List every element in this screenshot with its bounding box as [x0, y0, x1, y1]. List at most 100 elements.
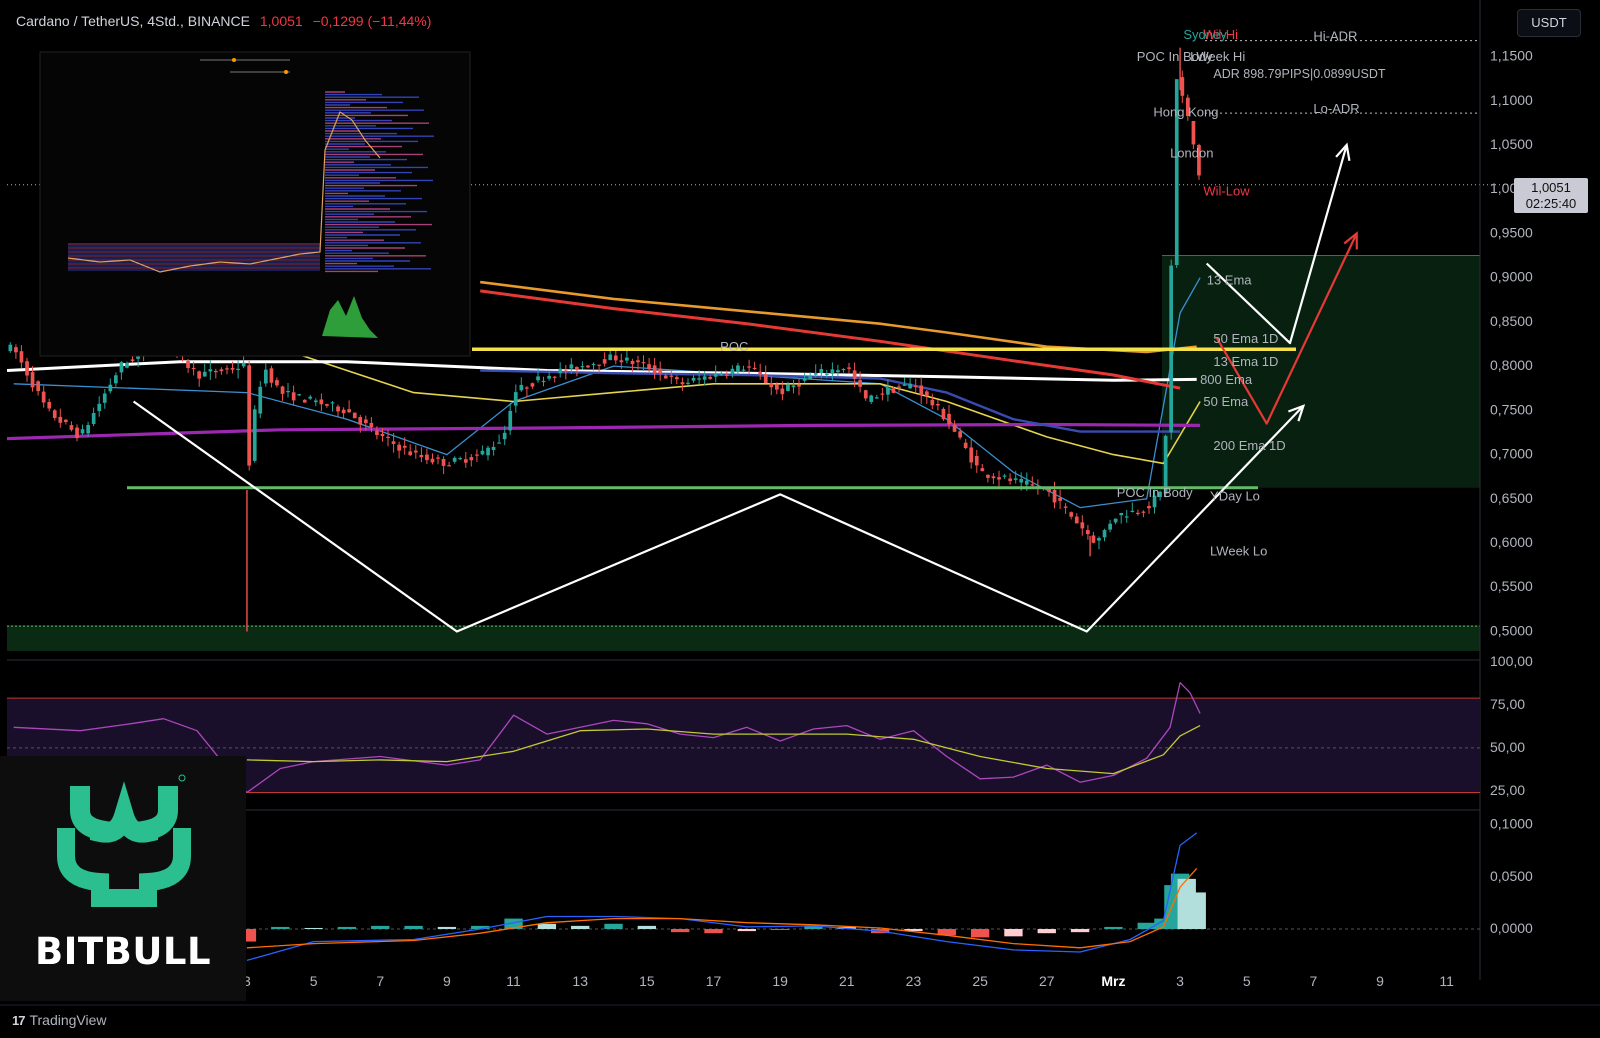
- candle-body: [208, 369, 213, 372]
- macd-histogram-bar: [970, 929, 990, 938]
- macd-histogram-bar: [604, 923, 623, 930]
- candle-body: [191, 367, 196, 370]
- candle-body: [475, 454, 479, 456]
- x-tick-label: 23: [906, 973, 922, 989]
- candle-body: [763, 374, 768, 383]
- candle-body: [991, 476, 996, 479]
- candle-body: [897, 386, 901, 388]
- candle-body: [658, 368, 663, 374]
- candle-body: [541, 380, 546, 383]
- candle-body: [841, 368, 846, 371]
- macd-histogram-bar: [1187, 892, 1206, 930]
- y-tick-label: 50,00: [1490, 739, 1525, 755]
- header-price: 1,0051: [259, 13, 303, 29]
- candle-body: [58, 416, 63, 423]
- candle-body: [908, 383, 912, 389]
- candle-body: [286, 391, 290, 393]
- candle-body: [558, 368, 563, 374]
- y-tick-label: 0,8000: [1490, 357, 1533, 373]
- inset-chart: [39, 51, 471, 357]
- y-tick-label: 0,9500: [1490, 224, 1533, 240]
- candle-body: [941, 408, 946, 420]
- candle-body: [986, 474, 990, 478]
- candle-body: [1019, 479, 1024, 483]
- candle-body: [875, 397, 879, 399]
- candle-body: [597, 364, 601, 366]
- candle-body: [47, 402, 52, 409]
- candle-body: [258, 386, 263, 414]
- tradingview-footer[interactable]: 17 TradingView: [12, 1012, 107, 1028]
- currency-button[interactable]: USDT: [1517, 9, 1581, 37]
- candle-body: [647, 364, 651, 370]
- candle-body: [525, 387, 529, 389]
- candle-body: [997, 477, 1001, 480]
- macd-histogram-bar: [770, 929, 790, 931]
- candle-body: [519, 384, 524, 391]
- candle-body: [747, 366, 751, 368]
- candle-body: [219, 369, 224, 372]
- candle-body: [419, 455, 424, 458]
- x-tick-label: 25: [972, 973, 988, 989]
- candle-body: [1113, 518, 1118, 523]
- candle-body: [786, 384, 790, 391]
- candle-body: [708, 376, 712, 379]
- candle-body: [130, 359, 135, 362]
- candle-body: [80, 429, 85, 434]
- candle-body: [64, 419, 68, 422]
- candle-body: [41, 391, 46, 403]
- candle-body: [663, 375, 668, 379]
- candle-body: [702, 376, 707, 380]
- annotation-label: 13 Ema: [1207, 273, 1253, 288]
- candle-body: [880, 393, 885, 395]
- macd-histogram-bar: [271, 926, 290, 930]
- annotation-label: 13 Ema 1D: [1213, 354, 1278, 369]
- candle-body: [497, 442, 501, 444]
- y-tick-label: 0,6000: [1490, 534, 1533, 550]
- candle-body: [1102, 530, 1107, 538]
- candle-body: [1136, 512, 1140, 514]
- candle-body: [408, 451, 413, 456]
- macd-histogram-bar: [1070, 929, 1090, 933]
- candle-body: [252, 409, 257, 461]
- candle-body: [575, 366, 579, 370]
- candle-body: [780, 388, 785, 395]
- candle-body: [458, 458, 463, 460]
- macd-histogram-bar: [304, 927, 323, 930]
- candle-body: [1030, 484, 1035, 486]
- candle-body: [269, 368, 274, 383]
- bitbull-logo: BITBULL: [0, 756, 246, 1001]
- candle-body: [308, 396, 313, 399]
- annotation-label: LWeek Hi: [1190, 49, 1245, 64]
- x-tick-label: 27: [1039, 973, 1055, 989]
- candle-body: [325, 404, 329, 406]
- candle-body: [802, 378, 807, 381]
- x-tick-label: 7: [1309, 973, 1317, 989]
- candle-body: [302, 399, 307, 403]
- y-tick-label: 0,7500: [1490, 401, 1533, 417]
- candle-body: [247, 365, 251, 466]
- last-price-value: 1,0051: [1531, 180, 1571, 195]
- annotation-label: YDay Lo: [1210, 489, 1260, 504]
- candle-body: [819, 369, 824, 374]
- candle-body: [563, 370, 568, 372]
- candle-body: [636, 360, 640, 363]
- candle-body: [52, 410, 57, 418]
- candle-body: [291, 392, 296, 401]
- candle-body: [791, 385, 796, 388]
- candle-body: [697, 378, 701, 380]
- candle-body: [1091, 535, 1096, 543]
- candle-body: [19, 351, 24, 363]
- candle-body: [347, 409, 351, 413]
- candle-body: [580, 366, 585, 368]
- candle-body: [425, 454, 429, 461]
- candle-body: [319, 399, 324, 405]
- candle-body: [225, 368, 229, 370]
- candle-body: [391, 441, 396, 444]
- candle-body: [1097, 538, 1101, 541]
- bottom-band: [7, 625, 1480, 651]
- candle-body: [1069, 512, 1074, 517]
- candle-body: [8, 344, 13, 352]
- symbol-name[interactable]: Cardano / TetherUS, 4Std., BINANCE: [16, 13, 250, 29]
- tradingview-logo-icon: 17: [12, 1013, 26, 1028]
- candle-body: [119, 362, 124, 373]
